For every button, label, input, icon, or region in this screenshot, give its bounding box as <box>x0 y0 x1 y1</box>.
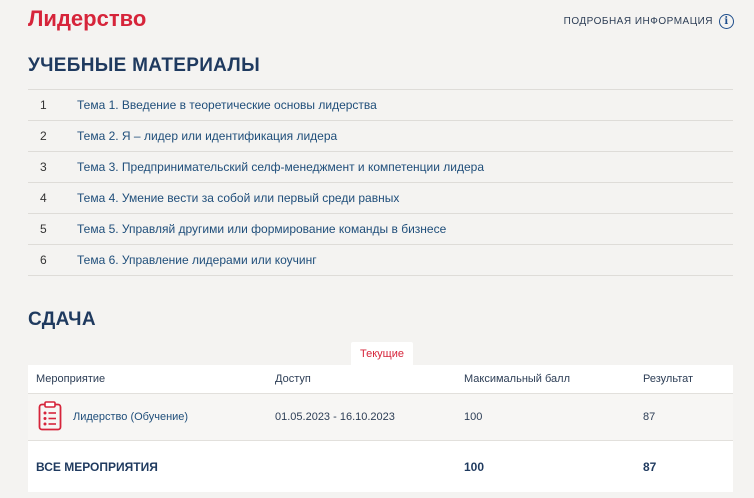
list-item: 1 Тема 1. Введение в теоретические основ… <box>28 90 733 121</box>
clipboard-checklist-icon <box>38 400 62 434</box>
access-period: 01.05.2023 - 16.10.2023 <box>275 411 395 423</box>
table-header: Мероприятие Доступ Максимальный балл Рез… <box>28 365 733 394</box>
list-item: 5 Тема 5. Управляй другими или формирова… <box>28 214 733 245</box>
list-item-number: 4 <box>40 191 47 205</box>
total-max-score: 100 <box>464 459 485 474</box>
event-link[interactable]: Лидерство (Обучение) <box>73 411 188 423</box>
topic-link[interactable]: Тема 6. Управление лидерами или коучинг <box>77 253 317 267</box>
list-item: 4 Тема 4. Умение вести за собой или перв… <box>28 183 733 214</box>
list-item: 2 Тема 2. Я – лидер или идентификация ли… <box>28 121 733 152</box>
column-header-result: Результат <box>643 373 694 385</box>
total-label: ВСЕ МЕРОПРИЯТИЯ <box>36 459 158 474</box>
more-info-label: ПОДРОБНАЯ ИНФОРМАЦИЯ <box>563 16 713 27</box>
topic-link[interactable]: Тема 4. Умение вести за собой или первый… <box>77 191 399 205</box>
total-result: 87 <box>643 459 657 474</box>
column-header-max-score: Максимальный балл <box>464 373 570 385</box>
list-item: 6 Тема 6. Управление лидерами или коучин… <box>28 245 733 276</box>
tab-current[interactable]: Текущие <box>351 342 413 365</box>
page-title: Лидерство <box>28 6 147 31</box>
result-score: 87 <box>643 411 656 423</box>
list-item: 3 Тема 3. Предпринимательский селф-менед… <box>28 152 733 183</box>
topic-link[interactable]: Тема 3. Предпринимательский селф-менеджм… <box>77 160 484 174</box>
list-item-number: 3 <box>40 160 47 174</box>
topic-link[interactable]: Тема 5. Управляй другими или формировани… <box>77 222 446 236</box>
event-cell: Лидерство (Обучение) <box>28 400 275 434</box>
list-item-number: 6 <box>40 253 47 267</box>
list-item-number: 2 <box>40 129 47 143</box>
topic-link[interactable]: Тема 2. Я – лидер или идентификация лиде… <box>77 129 337 143</box>
more-info-link[interactable]: ПОДРОБНАЯ ИНФОРМАЦИЯ i <box>564 14 734 29</box>
topic-link[interactable]: Тема 1. Введение в теоретические основы … <box>77 98 377 112</box>
table-row: Лидерство (Обучение) 01.05.2023 - 16.10.… <box>28 394 733 441</box>
column-header-event: Мероприятие <box>36 373 106 385</box>
list-item-number: 5 <box>40 222 47 236</box>
column-header-access: Доступ <box>275 373 311 385</box>
materials-section-title: УЧЕБНЫЕ МАТЕРИАЛЫ <box>28 55 260 76</box>
materials-list: 1 Тема 1. Введение в теоретические основ… <box>28 89 733 276</box>
info-icon[interactable]: i <box>719 14 734 29</box>
max-score: 100 <box>464 411 483 423</box>
total-row: ВСЕ МЕРОПРИЯТИЯ 100 87 <box>28 441 733 492</box>
list-item-number: 1 <box>40 98 47 112</box>
submission-section-title: СДАЧА <box>28 309 96 330</box>
results-table: Мероприятие Доступ Максимальный балл Рез… <box>28 365 733 492</box>
